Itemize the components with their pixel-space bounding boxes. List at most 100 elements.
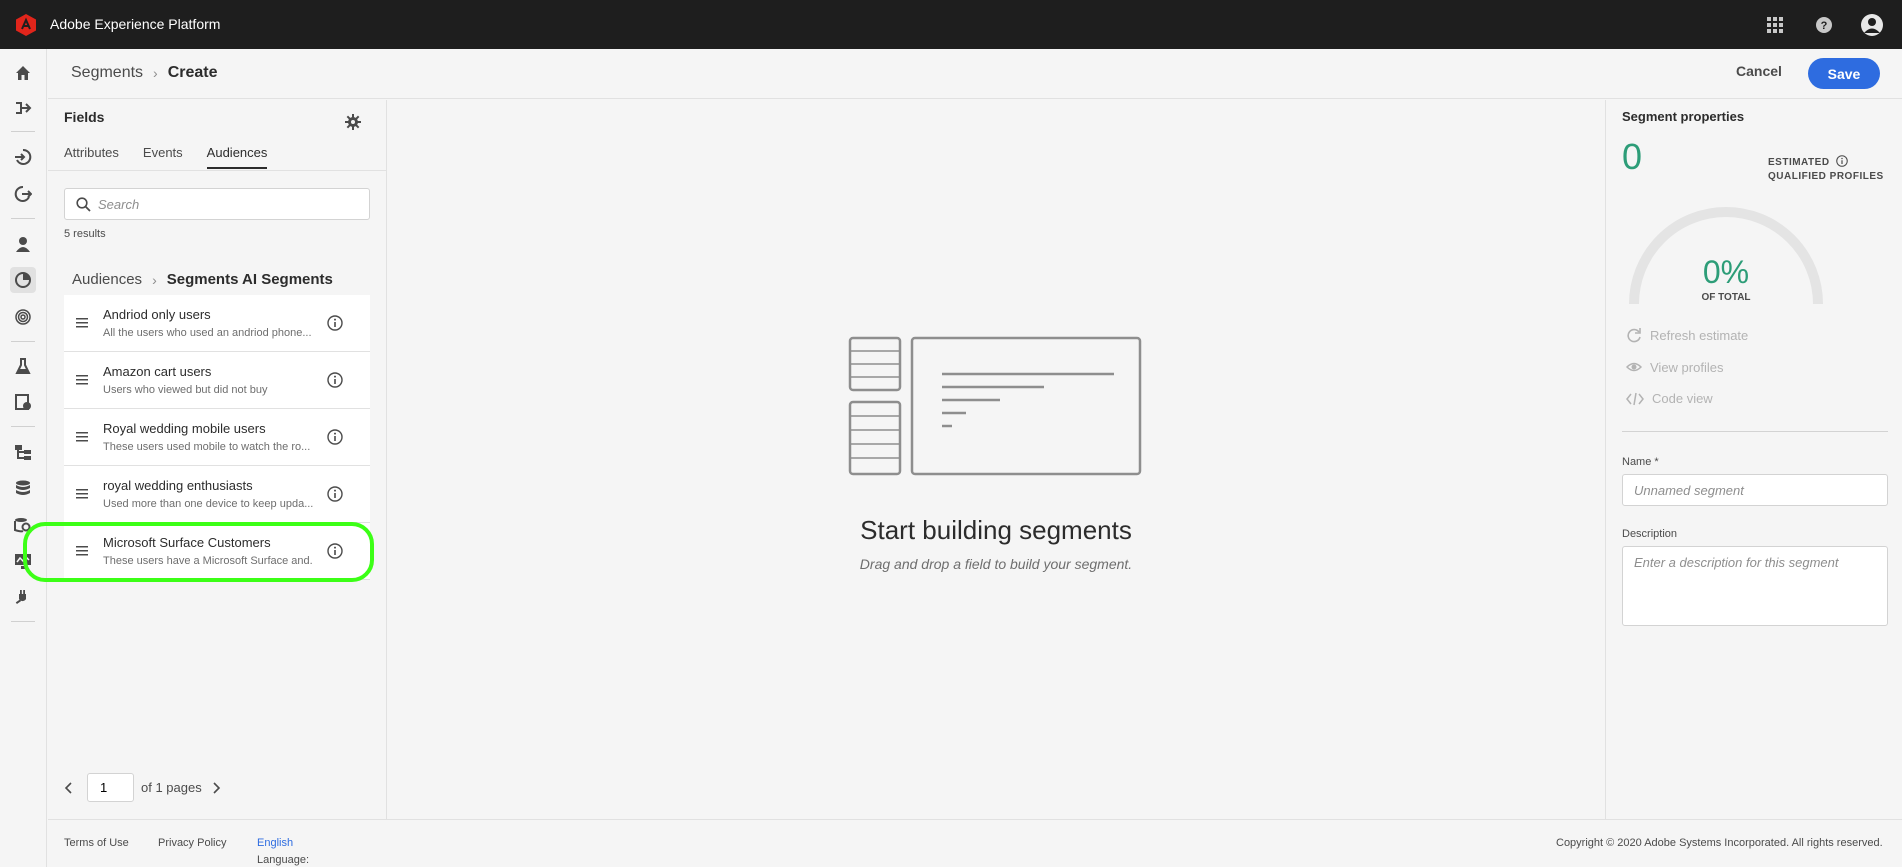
settings-gear-icon[interactable]: [345, 114, 361, 135]
fields-tabs: Attributes Events Audiences: [64, 145, 268, 169]
refresh-estimate-label: Refresh estimate: [1650, 327, 1749, 343]
tab-events[interactable]: Events: [143, 145, 183, 169]
results-count: 5 results: [64, 228, 106, 240]
drag-handle-icon[interactable]: [76, 432, 88, 442]
user-avatar-icon[interactable]: [1859, 12, 1885, 38]
list-item-description: All the users who used an andriod phone.…: [103, 327, 312, 339]
search-input[interactable]: [98, 196, 348, 212]
info-icon[interactable]: [327, 486, 343, 502]
plugins-icon[interactable]: [10, 584, 36, 610]
list-item[interactable]: royal wedding enthusiasts Used more than…: [64, 466, 370, 523]
pagination: of 1 pages: [64, 773, 221, 802]
empty-state-subtitle: Drag and drop a field to build your segm…: [859, 556, 1133, 572]
info-icon[interactable]: [1836, 155, 1848, 167]
properties-title: Segment properties: [1622, 109, 1745, 124]
chevron-left-icon[interactable]: [64, 781, 74, 794]
segment-canvas[interactable]: Start building segments Drag and drop a …: [388, 100, 1604, 819]
footer: Terms of Use Privacy Policy Language: En…: [48, 819, 1902, 867]
breadcrumb: Segments › Create: [71, 64, 218, 82]
chevron-right-icon: ›: [153, 65, 158, 81]
workflows-icon[interactable]: [10, 95, 36, 121]
segments-icon[interactable]: [10, 267, 36, 293]
list-item[interactable]: Royal wedding mobile users These users u…: [64, 409, 370, 466]
empty-state-title: Start building segments: [860, 515, 1132, 545]
estimate-percent: 0%: [1702, 254, 1750, 290]
estimate-percent-label: OF TOTAL: [1701, 292, 1751, 303]
list-item-description: Users who viewed but did not buy: [103, 384, 268, 396]
queries-icon[interactable]: [10, 512, 36, 538]
info-icon[interactable]: [327, 315, 343, 331]
adobe-logo-icon[interactable]: [14, 13, 38, 37]
svg-text:?: ?: [1821, 20, 1828, 32]
fields-panel: Fields Attributes Events Audiences 5 res…: [48, 100, 387, 819]
app-title[interactable]: Adobe Experience Platform: [50, 16, 220, 32]
save-button[interactable]: Save: [1808, 58, 1880, 89]
help-icon[interactable]: ?: [1811, 12, 1837, 38]
tab-attributes[interactable]: Attributes: [64, 145, 119, 169]
language-selector: Language: English: [257, 837, 309, 866]
search-icon: [76, 196, 91, 212]
audience-folder-title: Segments AI Segments: [166, 271, 333, 288]
identities-icon[interactable]: [10, 304, 36, 330]
code-icon: [1626, 392, 1644, 405]
search-field[interactable]: [64, 188, 370, 220]
list-item-description: Used more than one device to keep upda..…: [103, 498, 313, 510]
description-label: Description: [1622, 528, 1678, 540]
chevron-right-icon[interactable]: [211, 781, 221, 794]
eye-icon: [1626, 362, 1642, 372]
apps-grid-icon[interactable]: [1762, 12, 1788, 38]
drag-handle-icon[interactable]: [76, 546, 88, 556]
estimate-count: 0: [1622, 136, 1643, 177]
sources-icon[interactable]: [10, 144, 36, 170]
estimated-label: ESTIMATED QUALIFIED PROFILES: [1768, 155, 1884, 184]
info-icon[interactable]: [327, 543, 343, 559]
code-view-button[interactable]: Code view: [1626, 391, 1713, 406]
list-item[interactable]: Microsoft Surface Customers These users …: [64, 523, 370, 580]
properties-divider: [1622, 431, 1888, 432]
list-item[interactable]: Amazon cart users Users who viewed but d…: [64, 352, 370, 409]
view-profiles-label: View profiles: [1650, 359, 1724, 375]
drag-handle-icon[interactable]: [76, 318, 88, 328]
list-item-title: Microsoft Surface Customers: [103, 535, 271, 550]
page-title: Create: [167, 64, 218, 81]
top-bar: Adobe Experience Platform ?: [0, 0, 1902, 49]
breadcrumb-segments-link[interactable]: Segments: [71, 64, 143, 82]
segment-name-input[interactable]: [1622, 474, 1888, 506]
audience-breadcrumb: Audiences › Segments AI Segments: [72, 271, 333, 288]
cancel-button[interactable]: Cancel: [1736, 63, 1782, 79]
refresh-icon: [1627, 328, 1641, 343]
drag-handle-icon[interactable]: [76, 489, 88, 499]
estimated-label-line1: ESTIMATED: [1768, 157, 1830, 168]
tab-audiences[interactable]: Audiences: [206, 145, 268, 169]
info-icon[interactable]: [327, 429, 343, 445]
refresh-estimate-button[interactable]: Refresh estimate: [1626, 327, 1748, 343]
view-profiles-button[interactable]: View profiles: [1626, 359, 1723, 375]
breadcrumb-audiences-link[interactable]: Audiences: [72, 271, 142, 288]
destinations-icon[interactable]: [10, 181, 36, 207]
info-icon[interactable]: [327, 372, 343, 388]
home-icon[interactable]: [10, 60, 36, 86]
page-number-input[interactable]: [87, 773, 134, 802]
monitoring-icon[interactable]: [10, 548, 36, 574]
list-item-description: These users have a Microsoft Surface and…: [103, 555, 313, 567]
fields-title: Fields: [64, 109, 105, 125]
list-item-description: These users used mobile to watch the ro.…: [103, 441, 311, 453]
list-item-title: Amazon cart users: [103, 364, 212, 379]
policies-icon[interactable]: [10, 389, 36, 415]
segment-description-input[interactable]: [1622, 546, 1888, 626]
language-link[interactable]: English: [257, 837, 293, 849]
privacy-link[interactable]: Privacy Policy: [158, 837, 226, 849]
left-nav-rail: [0, 49, 47, 867]
chevron-right-icon: ›: [152, 271, 157, 288]
profiles-icon[interactable]: [10, 231, 36, 257]
datasets-icon[interactable]: [10, 475, 36, 501]
terms-link[interactable]: Terms of Use: [64, 837, 129, 849]
empty-state-illustration: [848, 336, 1142, 476]
data-science-icon[interactable]: [10, 353, 36, 379]
drag-handle-icon[interactable]: [76, 375, 88, 385]
list-item-title: royal wedding enthusiasts: [103, 478, 253, 493]
name-label: Name *: [1622, 456, 1659, 468]
page-count-label: of 1 pages: [141, 780, 202, 795]
schemas-icon[interactable]: [10, 439, 36, 465]
list-item[interactable]: Andriod only users All the users who use…: [64, 295, 370, 352]
